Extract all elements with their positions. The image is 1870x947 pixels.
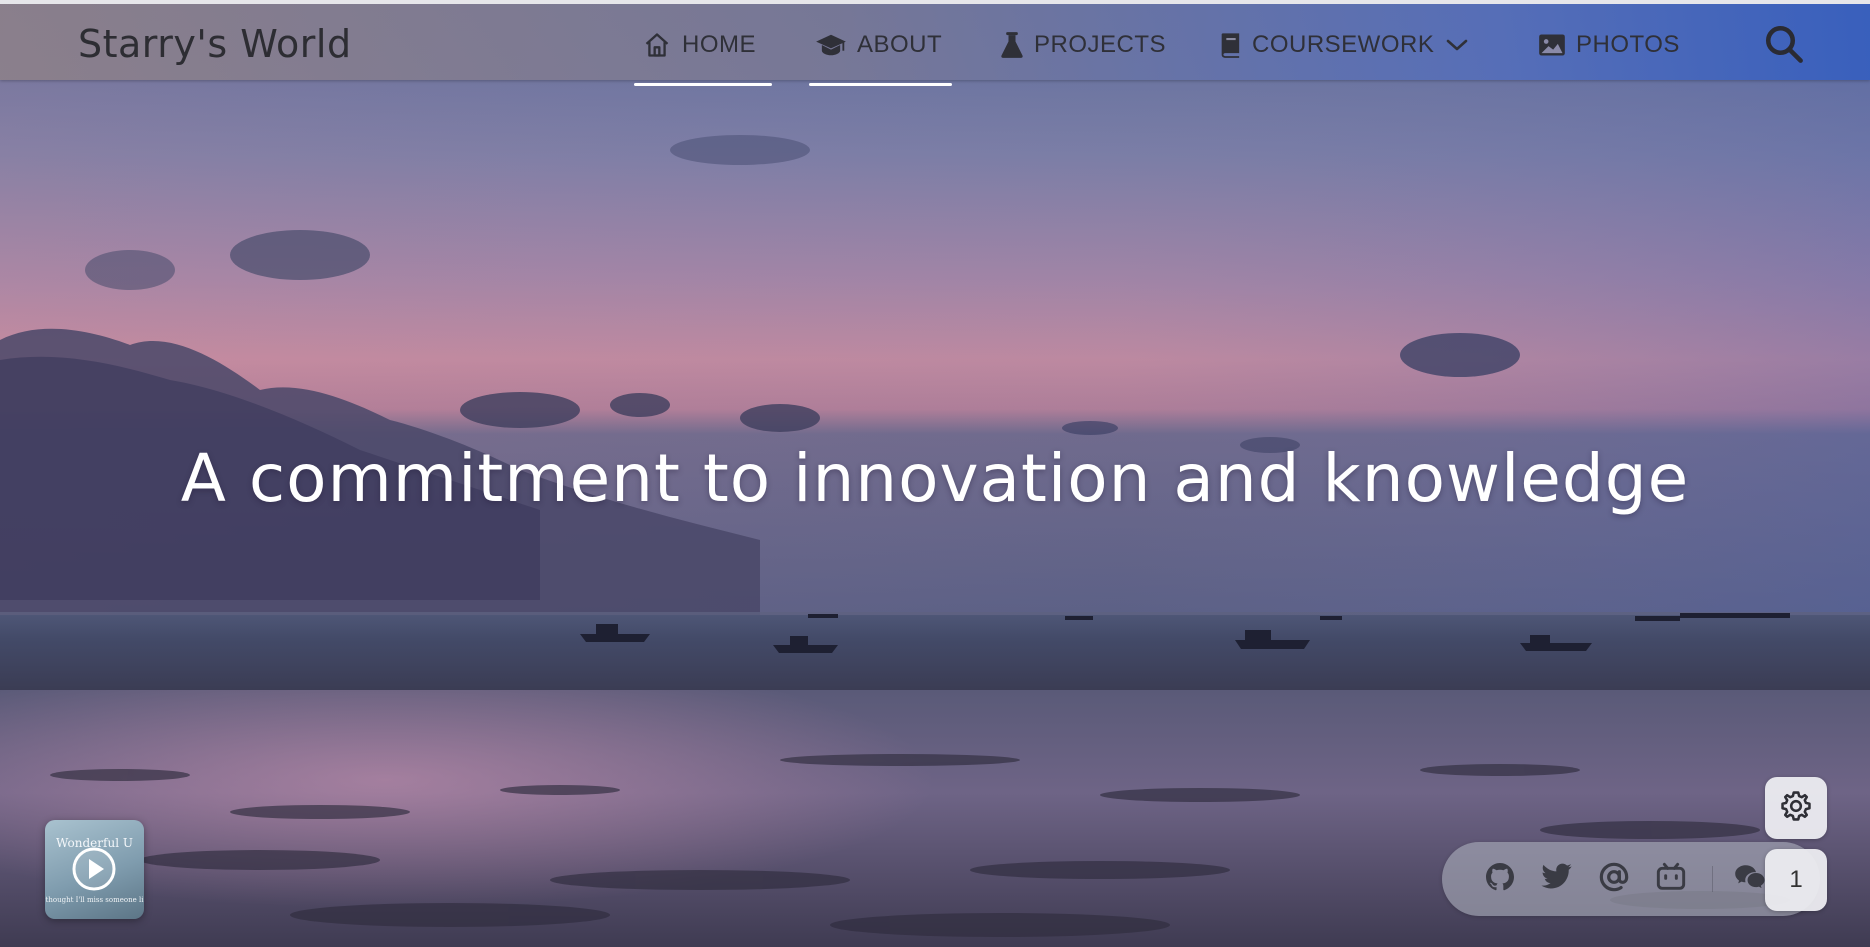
music-player[interactable]: Wonderful U thought I'll miss someone li <box>45 820 144 919</box>
email-at-icon <box>1598 861 1630 897</box>
nav-label-photos: PHOTOS <box>1576 31 1680 58</box>
nav-label-home: HOME <box>682 31 756 58</box>
nav-item-projects[interactable]: PROJECTS <box>1000 28 1166 62</box>
wechat-link[interactable] <box>1732 861 1768 897</box>
nav-label-projects: PROJECTS <box>1034 31 1167 58</box>
nav-item-home[interactable]: HOME <box>642 28 756 62</box>
player-lyric-line: thought I'll miss someone li <box>45 896 144 904</box>
nav-item-about[interactable]: ABOUT <box>815 28 942 62</box>
image-icon <box>1538 32 1566 58</box>
social-divider <box>1712 866 1713 892</box>
nav-label-coursework: COURSEWORK <box>1252 31 1435 58</box>
nav-label-about: ABOUT <box>857 31 943 58</box>
hero-title: A commitment to innovation and knowledge <box>180 440 1690 517</box>
twitter-icon <box>1541 862 1573 896</box>
nav-item-photos[interactable]: PHOTOS <box>1538 28 1680 62</box>
social-links-bar <box>1442 842 1820 916</box>
flask-icon <box>1000 31 1024 59</box>
settings-button[interactable] <box>1765 777 1827 839</box>
top-navbar: Starry's World HOME ABOUT PROJECTS COURS… <box>0 0 1870 86</box>
page: Starry's World HOME ABOUT PROJECTS COURS… <box>0 0 1870 947</box>
play-icon[interactable] <box>72 847 116 891</box>
home-icon <box>642 31 672 59</box>
nav-item-coursework[interactable]: COURSEWORK <box>1220 28 1470 62</box>
email-link[interactable] <box>1596 861 1632 897</box>
github-icon <box>1484 861 1516 897</box>
twitter-link[interactable] <box>1539 861 1575 897</box>
bilibili-link[interactable] <box>1653 861 1689 897</box>
search-button[interactable] <box>1762 24 1806 68</box>
search-icon <box>1763 23 1805 69</box>
nav-active-underline-home <box>634 83 772 86</box>
page-counter-badge[interactable]: 1 <box>1765 849 1827 911</box>
github-link[interactable] <box>1482 861 1518 897</box>
bilibili-icon <box>1655 861 1687 897</box>
book-icon <box>1220 31 1242 59</box>
gear-icon <box>1779 789 1813 827</box>
site-brand[interactable]: Starry's World <box>78 22 352 66</box>
graduation-cap-icon <box>815 31 847 59</box>
nav-active-underline-about <box>809 83 952 86</box>
wechat-icon <box>1734 862 1766 896</box>
chevron-down-icon <box>1444 35 1470 55</box>
